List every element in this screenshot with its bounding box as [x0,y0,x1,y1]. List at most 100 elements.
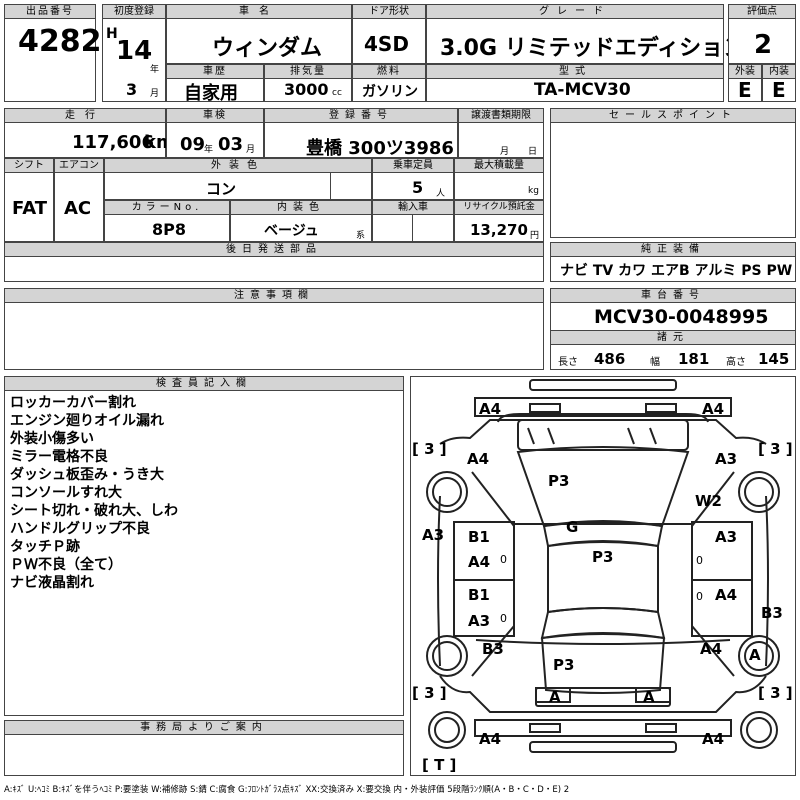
transfer-month-unit: 月 [500,147,510,157]
mileage-label: 走行 [4,108,166,123]
tire-rear-right: [ 3 ] [758,684,793,702]
damage-door-fl-2: A4 [468,553,491,571]
first-reg-year: 14 [116,36,153,66]
capacity-label: 乗車定員 [372,158,454,173]
height-label: 高さ [726,357,746,368]
fuel: ガソリン [362,84,418,100]
remark-line: ミラー電格不良 [10,449,108,465]
tire-rear-left: [ 3 ] [412,684,447,702]
remark-line: タッチＰ跡 [10,539,80,555]
remark-line: ナビ液晶割れ [10,575,94,591]
chassis-number: MCV30-0048995 [594,306,769,328]
damage-quarter-right: A4 [700,640,723,658]
length-label: 長さ [558,357,578,368]
damage-legend: A:ｷｽﾞ U:ﾍｺﾐ B:ｷｽﾞを伴うﾍｺﾐ P:要塗装 W:補修跡 S:錆 … [4,785,570,795]
history: 自家用 [184,83,238,104]
capacity: 5 [412,178,424,197]
door-fl-mark: 0 [500,553,507,566]
inspection-month: 03 [218,134,244,155]
damage-door-fl-1: B1 [468,528,490,546]
interior-color: ベージュ [264,223,319,239]
model: TA-MCV30 [534,80,631,100]
month-unit: 月 [150,89,160,99]
spec-label: 諸元 [550,330,796,345]
damage-rocker-right: B3 [761,604,783,622]
ext-score: E [738,78,752,102]
sales-point-block [550,108,796,238]
equipment: ナビ TV カワ エアB アルミ PS PW [560,263,793,279]
transfer-label: 譲渡書類期限 [458,108,544,123]
shift-label: シフト [4,158,54,173]
damage-door-rl-1: B1 [468,586,490,604]
damage-rocker-left: A3 [422,526,445,544]
damage-rear-right: A4 [702,730,725,748]
door-rl-mark: 0 [500,612,507,625]
lot-number: 4282 [18,24,102,59]
remark-line: ハンドルグリップ不良 [10,521,150,537]
damage-hood: P3 [548,472,570,490]
car-name-label: 車名 [166,4,352,19]
door-fr-mark: 0 [696,554,703,567]
score-label: 評価点 [728,4,796,19]
tire-front-right: [ 3 ] [758,440,793,458]
damage-door-fr: A3 [715,528,738,546]
length: 486 [594,350,626,368]
import-divider [412,214,413,242]
color-divider [330,172,331,200]
remark-line: ロッカーカバー割れ [10,395,136,411]
int-score: E [772,78,786,102]
load-label: 最大積載量 [454,158,544,173]
chassis-label: 車台番号 [550,288,796,303]
color-label: 外装色 [104,158,372,173]
displacement-unit: cc [332,88,342,98]
inspector-label: 検査員記入欄 [4,376,404,391]
remark-line: エンジン廻りオイル漏れ [10,413,164,429]
plate-label: 登録番号 [264,108,458,123]
damage-rear-left: A4 [479,730,502,748]
recycle-fee: 13,270 [470,221,528,239]
office-label: 事務局よりご案内 [4,720,404,735]
remark-line: シート切れ・破れ大、しわ [10,503,178,519]
inspection-month-unit: 月 [246,145,256,155]
damage-trunk: P3 [553,656,575,674]
damage-windshield: G [566,518,579,536]
recycle-unit: 円 [530,231,540,241]
damage-quarter-left: B3 [482,640,504,658]
inspection-year-unit: 年 [204,145,214,155]
lot-label: 出品番号 [4,4,96,19]
color-no-label: カラーNo. [104,200,230,215]
interior-unit: 系 [356,231,366,241]
sales-point-label: セールスポイント [550,108,796,123]
plate-number: 豊橋 300ツ3986 [306,138,454,159]
car-name: ウィンダム [212,36,323,61]
first-reg-month: 3 [126,80,138,99]
ac: AC [64,198,92,219]
notes-label: 注意事項欄 [4,288,544,303]
ac-label: エアコン [54,158,104,173]
displacement-label: 排気量 [264,64,352,79]
height: 145 [758,350,790,368]
damage-fender-right: A3 [715,450,738,468]
inspection-year: 09 [180,134,206,155]
shift: FAT [12,198,48,219]
int-label: 内装 [762,64,796,79]
remarks-list: ロッカーカバー割れ エンジン廻りオイル漏れ 外装小傷多い ミラー電格不良 ダッシ… [10,394,178,592]
ext-label: 外装 [728,64,762,79]
score: 2 [754,30,773,60]
color-no: 8P8 [152,220,186,239]
remark-line: ダッシュ板歪み・うき大 [10,467,164,483]
year-unit: 年 [150,65,160,75]
damage-roof: P3 [592,548,614,566]
history-label: 車歴 [166,64,264,79]
interior-color-label: 内装色 [230,200,372,215]
damage-door-rr: A4 [715,586,738,604]
damage-tire-rear-right: A [749,646,761,664]
equipment-label: 純正装備 [550,242,796,257]
damage-front-left: A4 [479,400,502,418]
import-label: 輸入車 [372,200,454,215]
first-reg-label: 初度登録 [102,4,166,19]
model-label: 型式 [426,64,724,79]
fuel-label: 燃料 [352,64,426,79]
damage-front-right: A4 [702,400,725,418]
door-label: ドア形状 [352,4,426,19]
